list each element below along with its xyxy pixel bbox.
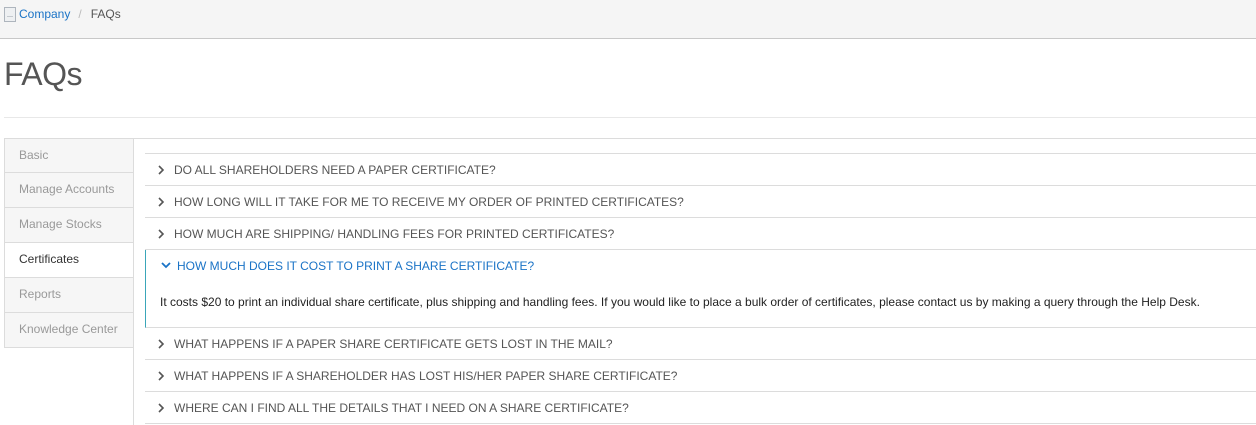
faq-question: WHAT HAPPENS IF A SHAREHOLDER HAS LOST H… — [174, 368, 678, 383]
chevron-down-icon — [161, 261, 171, 268]
faq-question: HOW MUCH ARE SHIPPING/ HANDLING FEES FOR… — [174, 226, 615, 241]
sidebar-item-manage-stocks[interactable]: Manage Stocks — [4, 208, 134, 243]
sidebar-item-manage-accounts[interactable]: Manage Accounts — [4, 173, 134, 208]
breadcrumb-current: FAQs — [90, 7, 121, 21]
sidebar-item-knowledge-center[interactable]: Knowledge Center — [4, 313, 134, 348]
sidebar-item-certificates[interactable]: Certificates — [4, 243, 134, 278]
faq-question: WHERE CAN I FIND ALL THE DETAILS THAT I … — [174, 400, 629, 415]
chevron-right-icon — [158, 228, 165, 239]
faq-question-toggle[interactable]: WHAT HAPPENS IF A SHAREHOLDER HAS LOST H… — [145, 360, 1256, 391]
chevron-right-icon — [158, 370, 165, 381]
title-divider — [4, 117, 1256, 118]
faq-answer: It costs $20 to print an individual shar… — [160, 295, 1200, 309]
breadcrumb-bar: Company / FAQs — [0, 0, 1256, 39]
breadcrumb: Company / FAQs — [4, 6, 121, 22]
chevron-right-icon — [158, 402, 165, 413]
page-title: FAQs — [4, 56, 83, 92]
sidebar-item-reports[interactable]: Reports — [4, 278, 134, 313]
chevron-right-icon — [158, 164, 165, 175]
faq-item: DO ALL SHAREHOLDERS NEED A PAPER CERTIFI… — [145, 154, 1256, 186]
faq-item: HOW MUCH ARE SHIPPING/ HANDLING FEES FOR… — [145, 218, 1256, 250]
faq-item: HOW LONG WILL IT TAKE FOR ME TO RECEIVE … — [145, 186, 1256, 218]
faq-question-toggle[interactable]: DO ALL SHAREHOLDERS NEED A PAPER CERTIFI… — [145, 154, 1256, 185]
faq-item: WHAT HAPPENS IF A SHAREHOLDER HAS LOST H… — [145, 360, 1256, 392]
faq-question-toggle[interactable]: HOW MUCH ARE SHIPPING/ HANDLING FEES FOR… — [145, 218, 1256, 249]
faq-list: DO ALL SHAREHOLDERS NEED A PAPER CERTIFI… — [145, 153, 1256, 424]
sidebar-nav: Basic Manage Accounts Manage Stocks Cert… — [4, 138, 134, 348]
faq-question-toggle[interactable]: WHERE CAN I FIND ALL THE DETAILS THAT I … — [145, 392, 1256, 423]
sidebar-divider — [133, 138, 134, 425]
breadcrumb-company-link[interactable]: Company — [19, 7, 70, 21]
sidebar-item-basic[interactable]: Basic — [4, 138, 134, 173]
faq-question: HOW LONG WILL IT TAKE FOR ME TO RECEIVE … — [174, 194, 684, 209]
faq-question: DO ALL SHAREHOLDERS NEED A PAPER CERTIFI… — [174, 162, 496, 177]
content-top-divider — [133, 138, 1256, 139]
faq-item: WHERE CAN I FIND ALL THE DETAILS THAT I … — [145, 392, 1256, 424]
faq-question-toggle[interactable]: WHAT HAPPENS IF A PAPER SHARE CERTIFICAT… — [145, 328, 1256, 359]
chevron-right-icon — [158, 196, 165, 207]
chevron-right-icon — [158, 338, 165, 349]
faq-question-toggle[interactable]: HOW MUCH DOES IT COST TO PRINT A SHARE C… — [146, 250, 1256, 281]
faq-question: WHAT HAPPENS IF A PAPER SHARE CERTIFICAT… — [174, 336, 613, 351]
faq-question-toggle[interactable]: HOW LONG WILL IT TAKE FOR ME TO RECEIVE … — [145, 186, 1256, 217]
company-icon — [4, 6, 16, 22]
faq-item: WHAT HAPPENS IF A PAPER SHARE CERTIFICAT… — [145, 328, 1256, 360]
breadcrumb-separator: / — [78, 7, 82, 21]
faq-question: HOW MUCH DOES IT COST TO PRINT A SHARE C… — [177, 258, 535, 273]
faq-item-expanded: HOW MUCH DOES IT COST TO PRINT A SHARE C… — [145, 250, 1256, 328]
